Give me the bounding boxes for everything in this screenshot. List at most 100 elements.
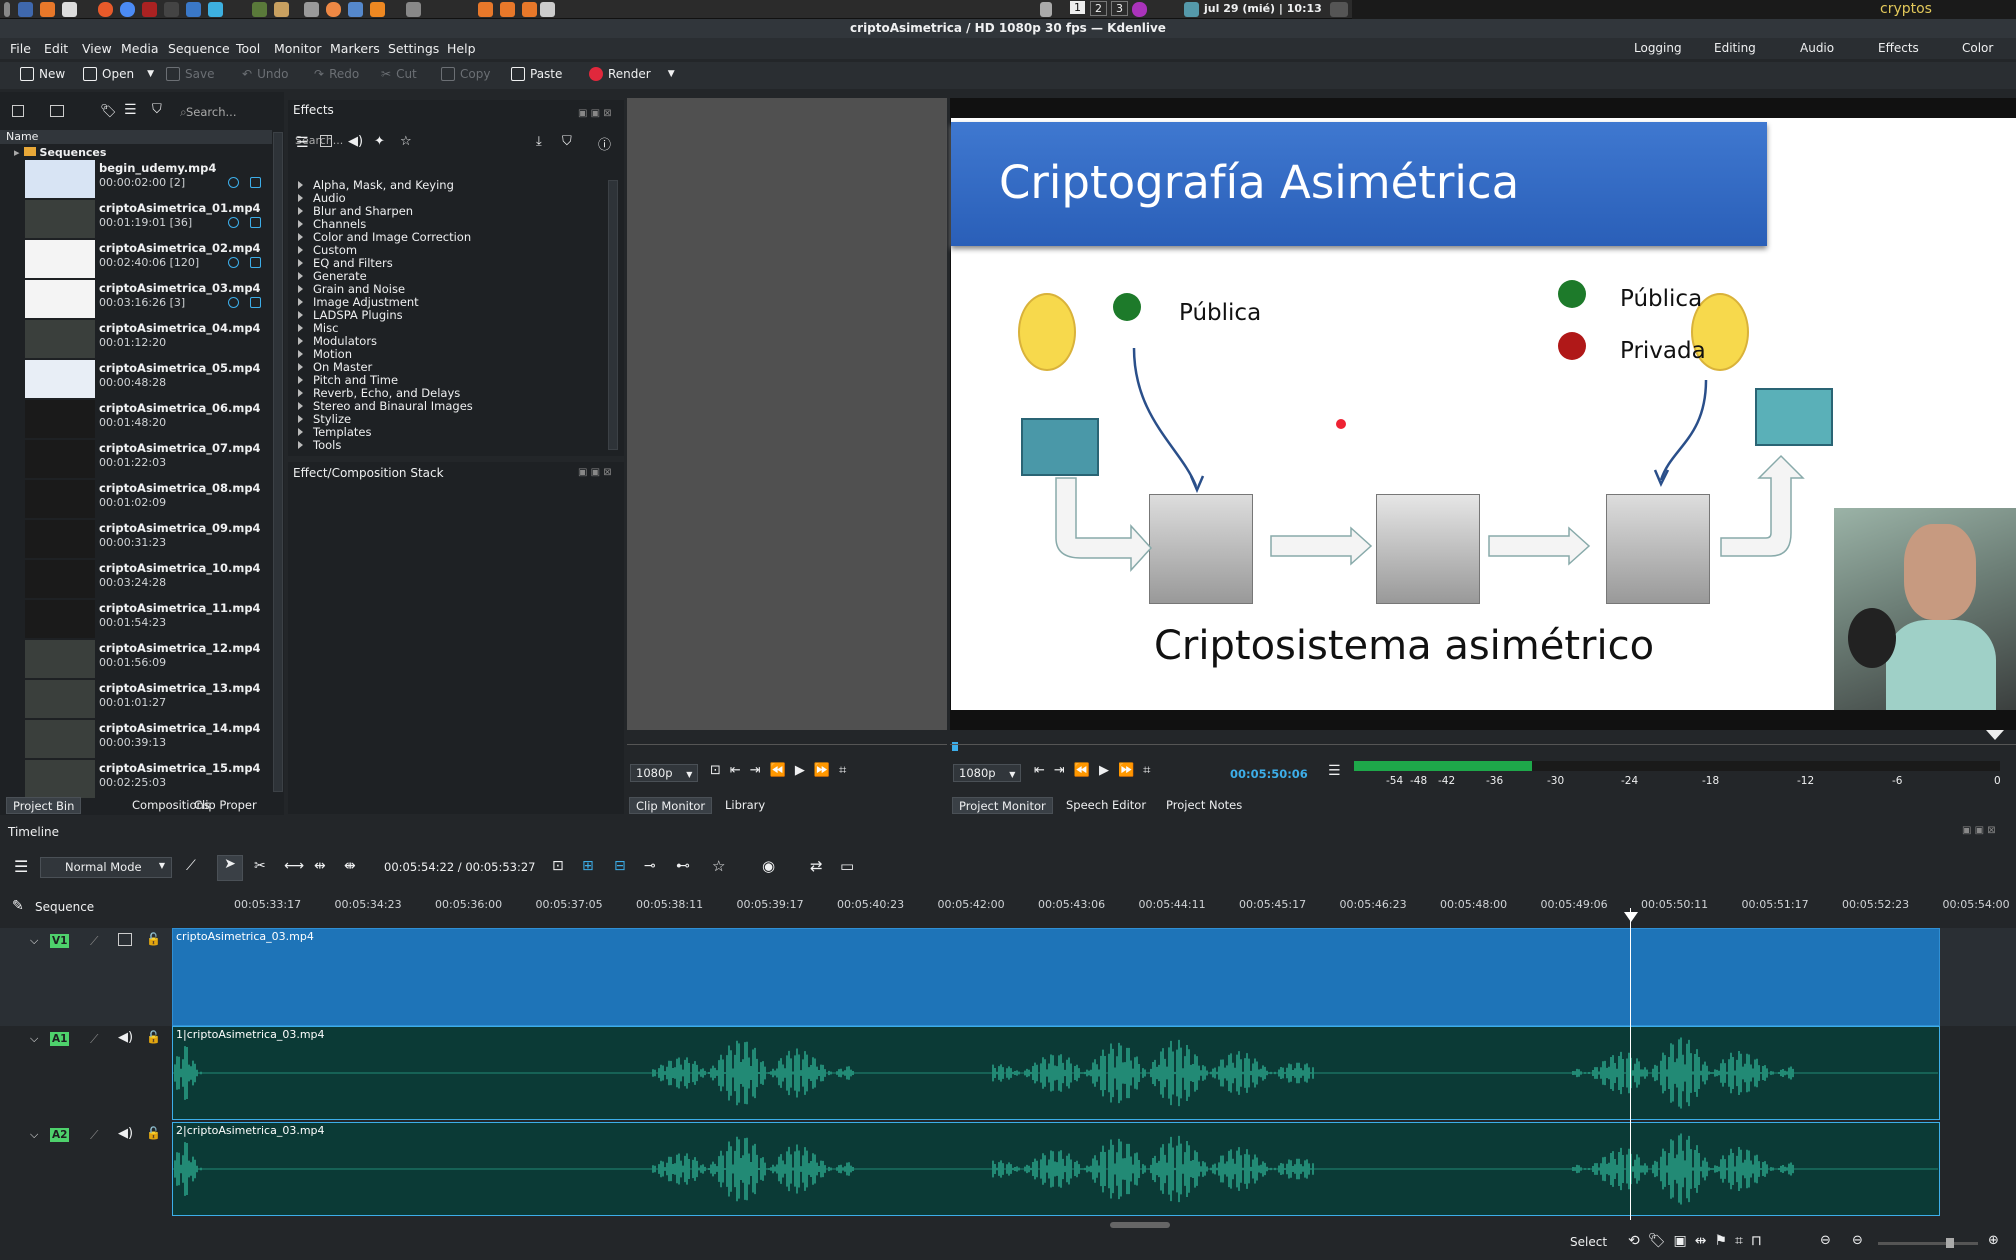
sequences-folder[interactable]: ▸ Sequences [14,146,106,159]
project-resolution-select[interactable]: 1080p ▼ [953,764,1022,782]
folder-icon[interactable] [50,105,64,117]
bin-clip-item[interactable]: criptoAsimetrica_09.mp4 00:00:31:23 [0,519,272,559]
project-transport-controls[interactable]: ⇤⇥⏪▶⏩⌗ [1034,763,1159,778]
overwrite-icon[interactable]: ⊟ [614,858,626,874]
effect-category[interactable]: LADSPA Plugins [288,308,403,322]
effect-category[interactable]: Stylize [288,412,351,426]
battery-icon[interactable] [1330,2,1348,17]
menu-view[interactable]: View [82,41,112,56]
bin-clip-item[interactable]: criptoAsimetrica_07.mp4 00:01:22:03 [0,439,272,479]
menu-settings[interactable]: Settings [388,41,439,56]
track-lock-icon[interactable]: 🔓 [146,1030,161,1044]
audio-clip-a2[interactable]: 2|criptoAsimetrica_03.mp4 [172,1122,1940,1216]
effect-category[interactable]: Blur and Sharpen [288,204,413,218]
crt-icon[interactable] [142,2,157,17]
effects-filter-icon[interactable]: ⛉ [562,134,572,149]
bin-clip-item[interactable]: criptoAsimetrica_11.mp4 00:01:54:23 [0,599,272,639]
fit-zoom-icon[interactable]: ⊡ [552,858,564,874]
video-icon[interactable] [250,257,261,268]
audio-icon[interactable] [228,217,239,228]
sequence-label[interactable]: Sequence [35,900,94,914]
bin-column-header[interactable]: Name [0,130,272,144]
effect-category[interactable]: Reverb, Echo, and Delays [288,386,460,400]
terminal-icon[interactable] [62,2,77,17]
menu-monitor[interactable]: Monitor [274,41,322,56]
effect-category[interactable]: Audio [288,191,346,205]
select-tool-icon[interactable]: ➤ [217,855,243,881]
clip-monitor-ruler[interactable] [627,730,947,758]
track-mute-icon[interactable]: ◀) [118,1030,133,1045]
collapse-icon[interactable]: ⌵ [30,1032,38,1046]
playhead-handle-icon[interactable] [1624,912,1638,922]
effect-category[interactable]: Color and Image Correction [288,230,471,244]
audio-icon[interactable] [228,177,239,188]
track-mute-icon[interactable]: ◀) [118,1126,133,1141]
bin-clip-item[interactable]: criptoAsimetrica_10.mp4 00:03:24:28 [0,559,272,599]
tab-project-bin[interactable]: Project Bin [6,797,82,814]
undo-button[interactable]: ↶ Undo [242,67,288,81]
firefox-icon[interactable] [40,2,55,17]
layout-logging[interactable]: Logging [1634,41,1682,55]
app-icon[interactable] [406,2,421,17]
bin-search-input[interactable]: Search... [186,105,236,119]
video-icon[interactable] [250,297,261,308]
video-icon[interactable] [250,217,261,228]
bin-clip-item[interactable]: begin_udemy.mp4 00:00:02:00 [2] [0,159,272,199]
layout-effects[interactable]: Effects [1878,41,1919,55]
menu-tool[interactable]: Tool [236,41,260,56]
bin-clip-item[interactable]: criptoAsimetrica_13.mp4 00:01:01:27 [0,679,272,719]
files-icon[interactable] [208,2,223,17]
video-icon[interactable] [250,177,261,188]
effect-category[interactable]: Channels [288,217,366,231]
track-label-a1[interactable]: A1 [50,1032,70,1046]
app-icon[interactable] [370,2,385,17]
clip-resolution-select[interactable]: 1080p ▼ [630,764,699,782]
audio-clip-a1[interactable]: 1|criptoAsimetrica_03.mp4 [172,1026,1940,1120]
panel-float-icon[interactable]: ▣ ▣ ⊠ [1962,825,1996,836]
tab-project-notes[interactable]: Project Notes [1160,797,1248,814]
track-lock-icon[interactable]: 🔓 [146,932,161,946]
record-icon[interactable]: ◉ [762,857,775,875]
effect-category[interactable]: Modulators [288,334,377,348]
download-icon[interactable]: ⤓ [536,134,542,149]
collapse-icon[interactable]: ⌵ [30,934,38,948]
layout-editing[interactable]: Editing [1714,41,1756,55]
filter-icon[interactable]: ⛉ [152,102,162,117]
bin-clip-item[interactable]: criptoAsimetrica_05.mp4 00:00:48:28 [0,359,272,399]
timeline-playhead[interactable] [1630,908,1631,1220]
bin-scrollbar[interactable] [273,132,283,792]
effect-category[interactable]: Templates [288,425,371,439]
save-button[interactable]: Save [166,67,214,81]
menu-icon[interactable] [4,2,10,17]
spacer-tool-icon[interactable]: ⟷ [284,858,304,874]
layout-color[interactable]: Color [1962,41,1993,55]
timeline-ruler[interactable]: 00:05:33:17 00:05:34:23 00:05:36:00 00:05:3… [172,892,2016,924]
custom-effects-icon[interactable]: ✦ [374,134,385,149]
project-monitor-ruler[interactable] [950,730,2016,758]
zoom-out-icon[interactable]: ⊖ [1852,1233,1863,1248]
taskbar-firefox-icon[interactable] [478,2,493,17]
lift-icon[interactable]: ⊸ [644,858,656,874]
minecraft-icon[interactable] [252,2,267,17]
tab-library[interactable]: Library [719,797,771,814]
effects-list-view-icon[interactable]: ☰ [296,135,309,151]
effect-category[interactable]: Custom [288,243,357,257]
info-icon[interactable]: ⓘ [598,134,611,153]
workspace-1[interactable]: 1 [1070,1,1085,14]
menu-sequence[interactable]: Sequence [168,41,230,56]
copy-button[interactable]: Copy [441,67,490,81]
redo-button[interactable]: ↷ Redo [314,67,359,81]
bin-clip-item[interactable]: criptoAsimetrica_06.mp4 00:01:48:20 [0,399,272,439]
extract-icon[interactable]: ⊷ [676,858,690,874]
paste-button[interactable]: Paste [511,67,562,81]
subtitle-icon[interactable]: ▭ [840,857,854,875]
video-effects-icon[interactable] [320,135,332,147]
list-view-icon[interactable]: ☰ [124,102,137,118]
effect-category[interactable]: Tools [288,438,341,452]
image-icon[interactable] [326,2,341,17]
project-monitor-view[interactable]: Criptografía Asimétrica Pública Pública … [950,98,2016,730]
tab-clip-monitor[interactable]: Clip Monitor [629,797,713,814]
tab-project-monitor[interactable]: Project Monitor [952,797,1053,814]
menu-media[interactable]: Media [121,41,159,56]
ripple-tool-icon[interactable]: ⇹ [314,858,326,874]
